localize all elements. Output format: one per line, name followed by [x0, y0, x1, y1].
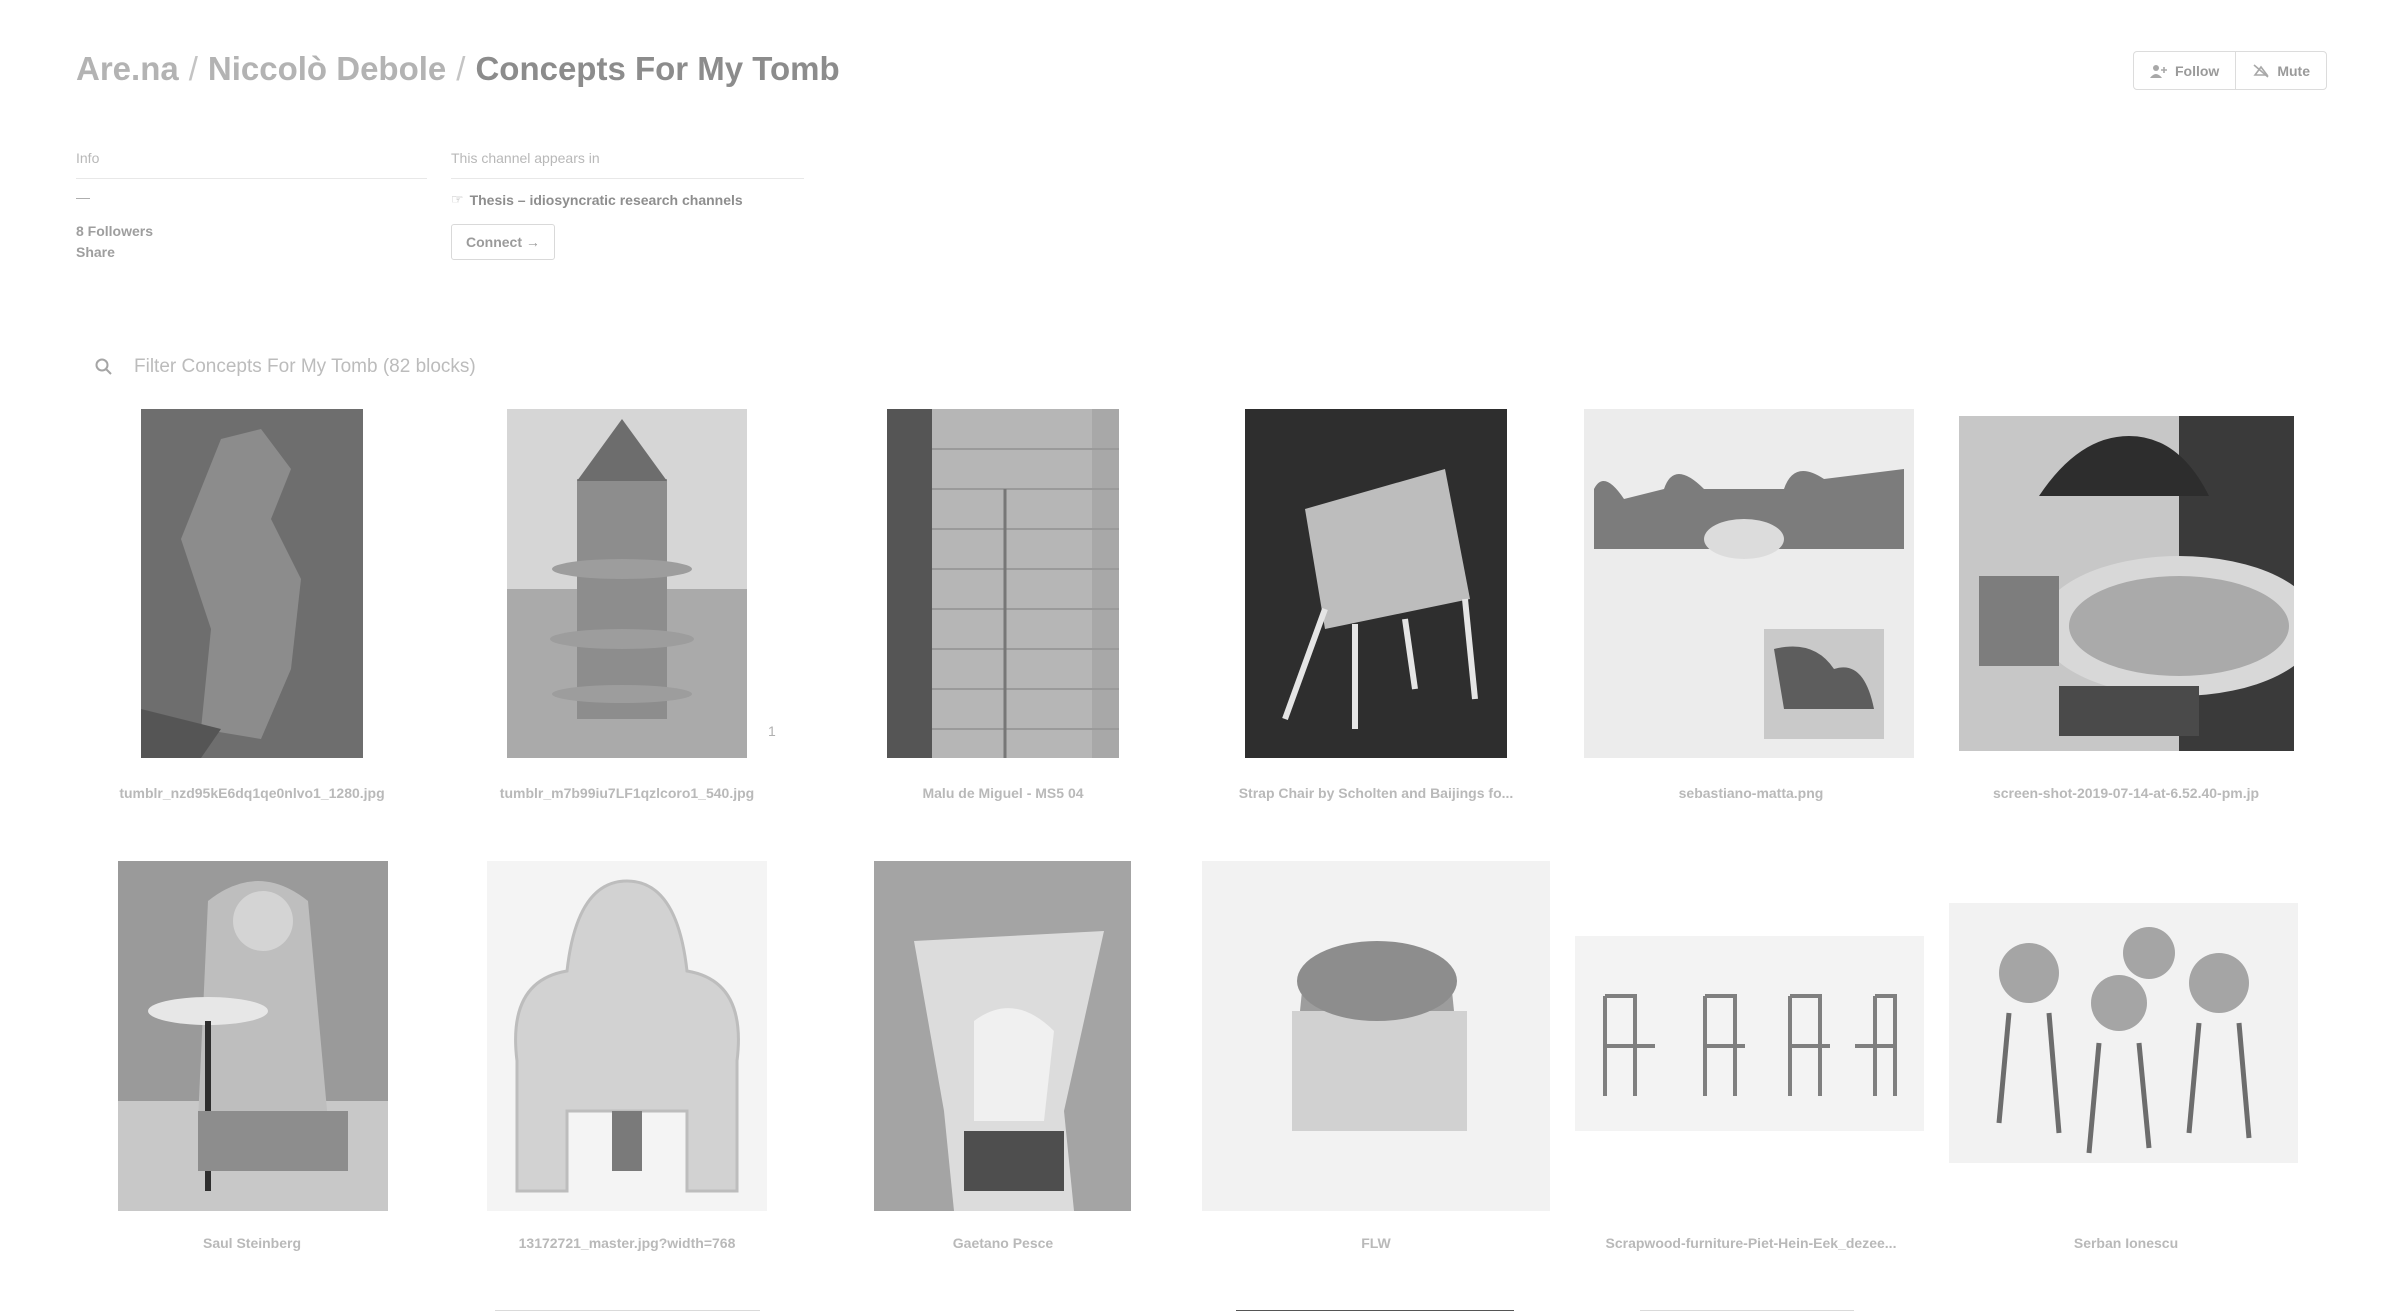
block-caption[interactable]: tumblr_m7b99iu7LF1qzlcoro1_540.jpg [477, 785, 777, 801]
breadcrumb-separator: / [456, 50, 466, 87]
mute-icon [2253, 63, 2269, 78]
connected-channel-link[interactable]: ☞ Thesis – idiosyncratic research channe… [451, 191, 804, 208]
block-thumbnail[interactable] [141, 409, 363, 758]
block-caption[interactable]: Scrapwood-furniture-Piet-Hein-Eek_dezee.… [1601, 1235, 1901, 1251]
mute-button[interactable]: Mute [2235, 52, 2326, 89]
block-caption[interactable]: screen-shot-2019-07-14-at-6.52.40-pm.jp [1976, 785, 2276, 801]
block-thumbnail[interactable] [118, 861, 388, 1211]
page-title: Concepts For My Tomb [475, 50, 840, 87]
block-thumbnail[interactable] [507, 409, 747, 758]
block-thumbnail[interactable] [887, 409, 1119, 758]
filter-input[interactable]: Filter Concepts For My Tomb (82 blocks) [134, 356, 476, 378]
breadcrumb-user-link[interactable]: Niccolò Debole [208, 50, 446, 87]
block-caption[interactable]: Saul Steinberg [102, 1235, 402, 1251]
filter-bar: Filter Concepts For My Tomb (82 blocks) [94, 356, 476, 378]
block-thumbnail[interactable] [487, 861, 767, 1211]
block-caption[interactable]: sebastiano-matta.png [1601, 785, 1901, 801]
block-thumbnail[interactable] [1245, 409, 1507, 758]
connect-button[interactable]: Connect → [451, 224, 555, 260]
block-count-badge: 1 [768, 723, 776, 739]
block-thumbnail[interactable] [1202, 861, 1550, 1211]
channel-description: — [76, 189, 90, 205]
block-caption[interactable]: Malu de Miguel - MS5 04 [853, 785, 1153, 801]
block-thumbnail[interactable] [1949, 903, 2298, 1163]
info-panel: Info — 8 Followers Share [76, 150, 427, 260]
breadcrumb: Are.na / Niccolò Debole / Concepts For My To… [76, 50, 840, 88]
add-user-icon [2150, 64, 2167, 78]
follow-label: Follow [2175, 62, 2220, 79]
appears-in-panel: This channel appears in ☞ Thesis – idios… [451, 150, 804, 260]
block-thumbnail[interactable] [1584, 409, 1914, 758]
pointing-hand-icon: ☞ [451, 191, 464, 207]
block-caption[interactable]: Serban Ionescu [1976, 1235, 2276, 1251]
block-thumbnail[interactable] [1959, 416, 2294, 751]
mute-label: Mute [2277, 62, 2310, 79]
search-icon [95, 358, 112, 375]
connected-channel-label: Thesis – idiosyncratic research channels [469, 191, 743, 208]
block-caption[interactable]: tumblr_nzd95kE6dq1qe0nlvo1_1280.jpg [102, 785, 402, 801]
block-caption[interactable]: FLW [1226, 1235, 1526, 1251]
block-caption[interactable]: Gaetano Pesce [853, 1235, 1153, 1251]
follow-button[interactable]: Follow [2134, 52, 2235, 89]
block-caption[interactable]: 13172721_master.jpg?width=768 [477, 1235, 777, 1251]
block-thumbnail[interactable] [1575, 936, 1924, 1131]
block-thumbnail[interactable] [874, 861, 1131, 1211]
breadcrumb-site-link[interactable]: Are.na [76, 50, 179, 87]
block-caption[interactable]: Strap Chair by Scholten and Baijings fo.… [1226, 785, 1526, 801]
channel-actions: Follow Mute [2133, 51, 2327, 90]
share-link[interactable]: Share [76, 244, 427, 260]
breadcrumb-separator: / [188, 50, 198, 87]
followers-link[interactable]: 8 Followers [76, 223, 427, 239]
info-heading: Info [76, 150, 427, 179]
appears-heading: This channel appears in [451, 150, 804, 179]
